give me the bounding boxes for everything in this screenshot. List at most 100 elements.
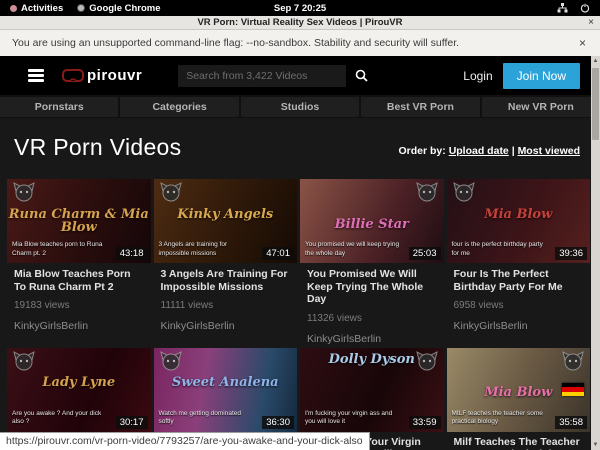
nav-item-pornstars[interactable]: Pornstars [0,97,118,117]
duration-badge: 25:03 [409,247,441,260]
studio-cat-mask-icon [12,351,36,376]
nav-item-best-vr-porn[interactable]: Best VR Porn [361,97,479,117]
video-title-link[interactable]: Milf Teaches The Teacher Some Practical … [454,436,584,450]
video-thumbnail[interactable]: Runa Charm & Mia Blow Mia Blow teaches po… [7,179,151,263]
focused-app-menu[interactable]: Google Chrome [77,3,160,14]
order-by: Order by: Upload date | Most viewed [399,145,581,161]
system-top-bar: Activities Google Chrome Sep 7 20:25 [0,0,600,16]
thumbnail-caption: MILF teaches the teacher some practical … [452,410,550,427]
thumbnail-title-overlay: Sweet Analena [154,376,298,390]
video-card[interactable]: Mia BlowMILF teaches the teacher some pr… [447,348,591,450]
order-most-viewed-link[interactable]: Most viewed [518,145,580,157]
studio-cat-mask-icon [452,182,476,207]
video-title-link[interactable]: You Promised We Will Keep Trying The Who… [307,268,437,306]
studio-cat-mask-icon [12,182,36,207]
studio-link[interactable]: KinkyGirlsBerlin [307,333,437,345]
activities-button[interactable]: Activities [10,3,63,14]
search-bar [178,65,376,87]
studio-link[interactable]: KinkyGirlsBerlin [161,320,291,332]
duration-badge: 47:01 [262,247,294,260]
logo-text: pirouvr [87,67,142,84]
warning-close-icon[interactable]: × [579,36,588,50]
order-by-label: Order by: [399,145,446,157]
chrome-icon [77,4,85,12]
network-icon[interactable] [557,3,568,13]
clock[interactable]: Sep 7 20:25 [274,3,326,14]
duration-badge: 43:18 [116,247,148,260]
duration-badge: 30:17 [116,416,148,429]
thumbnail-title-overlay: Lady Lyne [7,376,151,390]
thumbnail-caption: four is the perfect birthday party for m… [452,241,550,258]
page-title: VR Porn Videos [14,134,181,161]
search-icon [355,69,368,82]
video-title-link[interactable]: Four Is The Perfect Birthday Party For M… [454,268,584,293]
thumbnail-title-overlay: Billie Star [300,218,444,232]
browser-tab-bar: VR Porn: Virtual Reality Sex Videos | Pi… [0,16,600,30]
thumbnail-caption: Are you awake ? And your dick also ? [12,410,110,427]
scroll-down-icon[interactable]: ▼ [593,440,599,450]
video-title-link[interactable]: 3 Angels Are Training For Impossible Mis… [161,268,291,293]
thumbnail-title-overlay: Runa Charm & Mia Blow [7,208,151,235]
power-icon[interactable] [580,3,590,13]
login-button[interactable]: Login [463,69,492,83]
view-count: 11326 views [307,313,437,324]
scrollbar[interactable]: ▲ ▼ [591,56,600,450]
thumbnail-title-overlay: Mia Blow [447,208,591,222]
thumbnail-caption: Mia Blow teaches porn to Runa Charm pt. … [12,241,110,258]
view-count: 6958 views [454,300,584,311]
thumbnail-caption: You promised we will keep trying the who… [305,241,403,258]
studio-cat-mask-icon [561,351,585,376]
scroll-up-icon[interactable]: ▲ [593,56,599,66]
join-now-button[interactable]: Join Now [503,63,580,89]
view-count: 11111 views [161,300,291,311]
tab-title: VR Porn: Virtual Reality Sex Videos | Pi… [0,17,600,28]
video-card[interactable]: Runa Charm & Mia Blow Mia Blow teaches po… [7,179,151,345]
thumbnail-caption: I'm fucking your virgin ass and you will… [305,410,403,427]
main-nav: PornstarsCategoriesStudiosBest VR PornNe… [0,95,600,118]
video-thumbnail[interactable]: Mia Blow four is the perfect birthday par… [447,179,591,263]
view-count: 19183 views [14,300,144,311]
duration-badge: 39:36 [555,247,587,260]
thumbnail-title-overlay: Kinky Angels [154,208,298,222]
german-flag [562,383,584,396]
video-card[interactable]: Mia Blow four is the perfect birthday par… [447,179,591,345]
site-header: pirouvr Login Join Now [0,56,600,95]
duration-badge: 35:58 [555,416,587,429]
studio-link[interactable]: KinkyGirlsBerlin [14,320,144,332]
app-name-label: Google Chrome [89,3,160,14]
search-button[interactable] [346,65,376,87]
nav-item-new-vr-porn[interactable]: New VR Porn [482,97,600,117]
video-thumbnail[interactable]: Lady Lyne Are you awake ? And your dick a… [7,348,151,432]
video-card[interactable]: Billie Star You promised we will keep try… [300,179,444,345]
video-thumbnail[interactable]: Sweet Analena Watch me getting dominated … [154,348,298,432]
nav-item-studios[interactable]: Studios [241,97,359,117]
thumbnail-title-overlay: Dolly Dyson [300,353,444,367]
video-thumbnail[interactable]: Mia BlowMILF teaches the teacher some pr… [447,348,591,432]
video-thumbnail[interactable]: Dolly Dyson I'm fucking your virgin ass a… [300,348,444,432]
vr-headset-icon [62,69,84,83]
video-title-link[interactable]: Mia Blow Teaches Porn To Runa Charm Pt 2 [14,268,144,293]
status-bar-url: https://pirouvr.com/vr-porn-video/779325… [0,432,370,450]
activities-indicator-icon [10,5,17,12]
studio-cat-mask-icon [415,182,439,207]
duration-badge: 36:30 [262,416,294,429]
scrollbar-thumb[interactable] [592,68,599,140]
chrome-warning-bar: You are using an unsupported command-lin… [0,30,600,56]
nav-item-categories[interactable]: Categories [120,97,238,117]
video-thumbnail[interactable]: Kinky Angels 3 Angels are training for im… [154,179,298,263]
video-card[interactable]: Kinky Angels 3 Angels are training for im… [154,179,298,345]
warning-message: You are using an unsupported command-lin… [12,37,459,49]
video-thumbnail[interactable]: Billie Star You promised we will keep try… [300,179,444,263]
studio-cat-mask-icon [159,182,183,207]
thumbnail-caption: Watch me getting dominated softly [159,410,257,427]
duration-badge: 33:59 [409,416,441,429]
activities-label: Activities [21,3,63,14]
site-logo[interactable]: pirouvr [62,67,142,84]
studio-link[interactable]: KinkyGirlsBerlin [454,320,584,332]
thumbnail-caption: 3 Angels are training for impossible mis… [159,241,257,258]
studio-cat-mask-icon [159,351,183,376]
tab-close-icon[interactable]: × [588,17,594,28]
menu-icon[interactable] [28,69,44,82]
order-upload-date-link[interactable]: Upload date [449,145,509,157]
search-input[interactable] [178,65,346,87]
